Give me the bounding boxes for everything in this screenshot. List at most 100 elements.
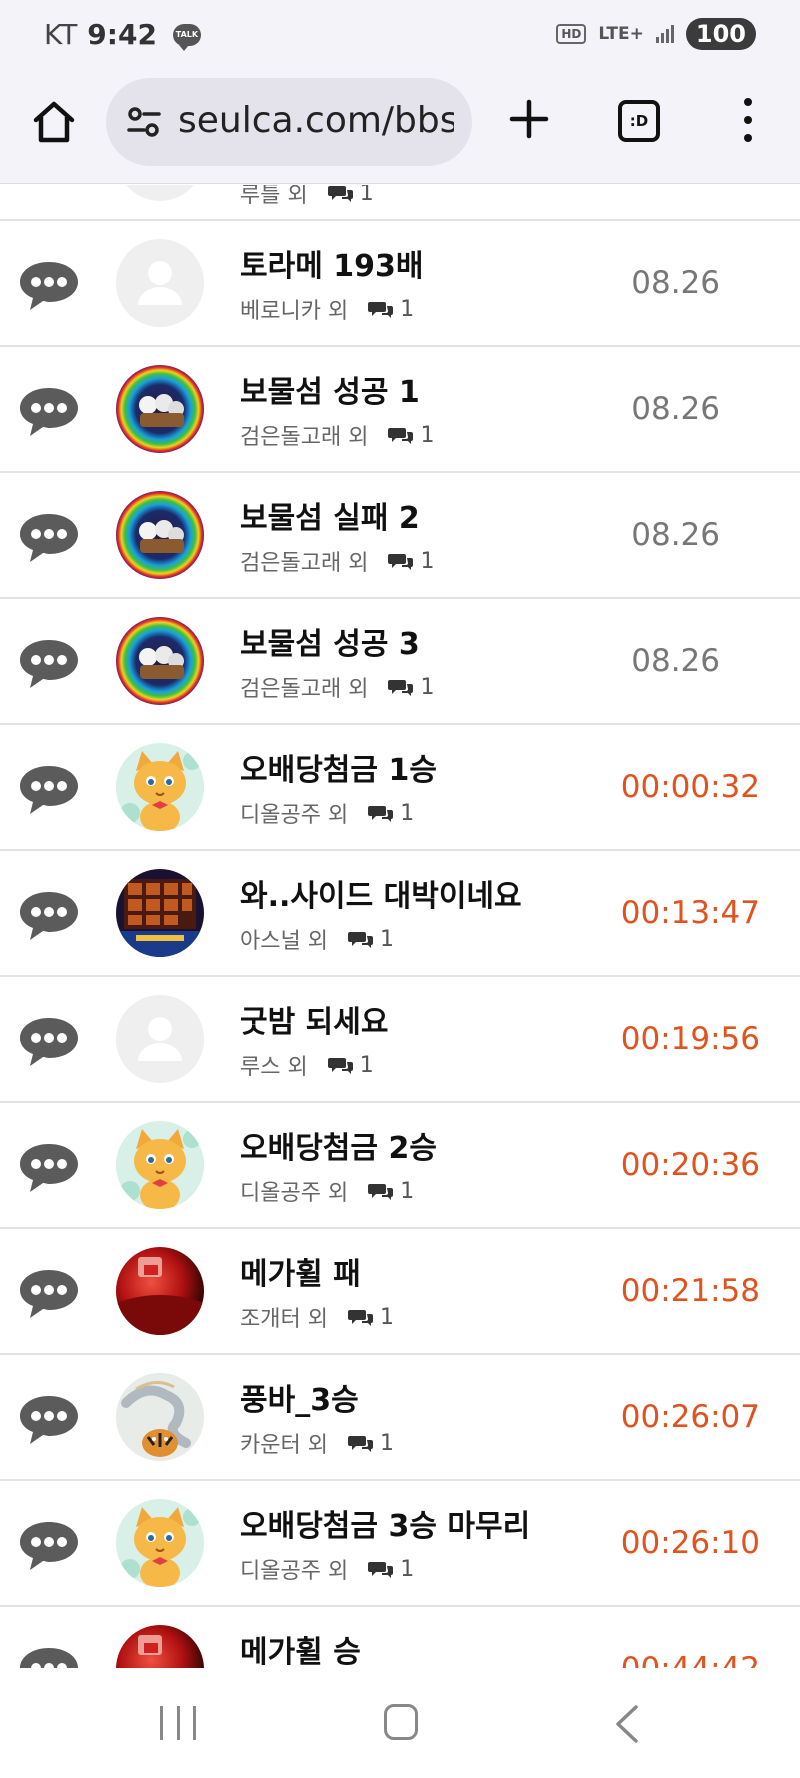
avatar[interactable] bbox=[116, 743, 204, 831]
list-item[interactable]: 오배당첨금 3승 마무리 디올공주 외 1 00:26:10 bbox=[0, 1481, 800, 1607]
post-time: 00:21:58 bbox=[620, 1273, 760, 1309]
avatar[interactable] bbox=[116, 869, 204, 957]
comments-icon bbox=[327, 186, 353, 202]
comment-count: 1 bbox=[379, 1304, 394, 1330]
comments-icon bbox=[347, 932, 373, 948]
comment-count: 1 bbox=[420, 548, 435, 574]
post-title[interactable]: 풍바_3승 bbox=[240, 1375, 359, 1419]
avatar[interactable] bbox=[116, 1625, 204, 1668]
post-title[interactable]: 토라메 193배 bbox=[240, 241, 423, 285]
list-item[interactable]: 굿밤 되세요 루스 외 1 00:19:56 bbox=[0, 977, 800, 1103]
post-time: 08.26 bbox=[631, 643, 720, 679]
avatar[interactable] bbox=[116, 1373, 204, 1461]
avatar bbox=[116, 185, 204, 201]
post-author: 루틀 외 bbox=[240, 185, 308, 208]
chat-bubble-icon bbox=[16, 1518, 82, 1574]
post-title[interactable]: 굿밤 되세요 bbox=[240, 997, 388, 1041]
chat-bubble-icon bbox=[16, 762, 82, 818]
post-time: 00:44:42 bbox=[621, 1651, 760, 1668]
post-meta: 루틀 외 1 bbox=[240, 185, 374, 209]
address-bar[interactable]: seulca.com/bbs bbox=[106, 78, 472, 166]
list-item[interactable]: 메가휠 승 00:44:42 bbox=[0, 1607, 800, 1668]
chat-bubble-icon bbox=[16, 1140, 82, 1196]
avatar[interactable] bbox=[116, 491, 204, 579]
post-author: 조개터 외 bbox=[240, 1307, 328, 1332]
comment-count: 1 bbox=[420, 422, 435, 448]
talk-notification-icon: TALK bbox=[172, 23, 201, 51]
post-title[interactable]: 오배당첨금 2승 bbox=[240, 1123, 437, 1167]
post-title[interactable]: 오배당첨금 3승 마무리 bbox=[240, 1501, 530, 1545]
list-item[interactable]: 오배당첨금 1승디올공주 외 1 00:00:32 bbox=[0, 725, 800, 851]
list-item[interactable]: 보물섬 성공 1 검은돌고래 외 1 08.26 bbox=[0, 347, 800, 473]
post-author: 디올공주 외 bbox=[240, 1559, 349, 1584]
avatar[interactable] bbox=[116, 995, 204, 1083]
post-title[interactable]: 메가휠 승 bbox=[240, 1627, 361, 1668]
post-time: 00:20:36 bbox=[620, 1147, 760, 1183]
status-left: KT 9:42 TALK bbox=[44, 18, 201, 51]
list-item[interactable]: 와..사이드 대박이네요아스널 외 1 00:13:47 bbox=[0, 851, 800, 977]
chat-bubble-icon bbox=[16, 1644, 82, 1668]
system-nav-bar bbox=[0, 1668, 800, 1778]
chat-bubble-icon bbox=[16, 1392, 82, 1448]
post-time: 00:00:32 bbox=[620, 769, 760, 805]
nav-home-icon[interactable] bbox=[384, 1704, 418, 1740]
avatar[interactable] bbox=[116, 1121, 204, 1209]
more-vert-icon[interactable] bbox=[738, 98, 758, 142]
post-meta: 디올공주 외 1 bbox=[240, 1175, 414, 1207]
avatar[interactable] bbox=[116, 617, 204, 705]
post-title[interactable]: 보물섬 실패 2 bbox=[240, 493, 420, 537]
chat-bubble-icon bbox=[16, 1266, 82, 1322]
clock: 9:42 bbox=[87, 18, 157, 51]
list-item[interactable]: 보물섬 성공 3 검은돌고래 외 1 08.26 bbox=[0, 599, 800, 725]
home-icon[interactable] bbox=[30, 98, 78, 146]
list-item[interactable]: 보물섬 실패 2 검은돌고래 외 1 08.26 bbox=[0, 473, 800, 599]
list-item[interactable]: 토라메 193배 베로니카 외 1 08.26 bbox=[0, 221, 800, 347]
post-title[interactable]: 메가휠 패 bbox=[240, 1249, 361, 1293]
avatar[interactable] bbox=[116, 1247, 204, 1335]
avatar[interactable] bbox=[116, 365, 204, 453]
comment-count: 1 bbox=[400, 800, 415, 826]
post-time: 08.26 bbox=[631, 517, 720, 553]
list-item[interactable]: 오배당첨금 2승디올공주 외 1 00:20:36 bbox=[0, 1103, 800, 1229]
post-title[interactable]: 오배당첨금 1승 bbox=[240, 745, 437, 789]
recent-apps-icon[interactable] bbox=[160, 1706, 196, 1740]
post-author: 베로니카 외 bbox=[240, 299, 349, 324]
lte-icon: LTE+ bbox=[598, 24, 644, 44]
post-author: 카운터 외 bbox=[240, 1433, 328, 1458]
comments-icon bbox=[347, 1310, 373, 1326]
comment-count: 1 bbox=[379, 926, 394, 952]
post-time: 00:13:47 bbox=[620, 895, 760, 931]
back-icon[interactable] bbox=[612, 1704, 642, 1744]
comments-icon bbox=[347, 1436, 373, 1452]
status-right: HD LTE+ 100 bbox=[556, 18, 756, 50]
list-item-partial[interactable]: 루틀 외 1 bbox=[0, 185, 800, 221]
comments-icon bbox=[368, 1562, 394, 1578]
list-item[interactable]: 풍바_3승 카운터 외 1 00:26:07 bbox=[0, 1355, 800, 1481]
post-author: 검은돌고래 외 bbox=[240, 551, 369, 576]
post-meta: 아스널 외 1 bbox=[240, 923, 394, 955]
comments-icon bbox=[327, 1058, 353, 1074]
avatar[interactable] bbox=[116, 1499, 204, 1587]
post-meta: 디올공주 외 1 bbox=[240, 797, 414, 829]
chat-bubble-icon bbox=[16, 636, 82, 692]
chat-bubble-icon bbox=[16, 510, 82, 566]
post-title[interactable]: 보물섬 성공 1 bbox=[240, 367, 420, 411]
comment-count: 1 bbox=[359, 185, 374, 206]
avatar[interactable] bbox=[116, 239, 204, 327]
comments-icon bbox=[368, 806, 394, 822]
plus-icon[interactable] bbox=[508, 98, 550, 140]
url-text[interactable]: seulca.com/bbs bbox=[178, 100, 454, 141]
comment-count: 1 bbox=[400, 1178, 415, 1204]
comment-count: 1 bbox=[420, 674, 435, 700]
comments-icon bbox=[368, 1184, 394, 1200]
post-meta: 조개터 외 1 bbox=[240, 1301, 394, 1333]
comments-icon bbox=[388, 680, 414, 696]
post-time: 00:26:10 bbox=[620, 1525, 760, 1561]
post-title[interactable]: 와..사이드 대박이네요 bbox=[240, 871, 522, 915]
post-author: 디올공주 외 bbox=[240, 1181, 349, 1206]
chat-bubble-icon bbox=[16, 1014, 82, 1070]
list-item[interactable]: 메가휠 패조개터 외 1 00:21:58 bbox=[0, 1229, 800, 1355]
post-title[interactable]: 보물섬 성공 3 bbox=[240, 619, 420, 663]
tune-icon[interactable] bbox=[126, 104, 162, 140]
tab-switcher-icon[interactable]: :D bbox=[618, 100, 660, 142]
